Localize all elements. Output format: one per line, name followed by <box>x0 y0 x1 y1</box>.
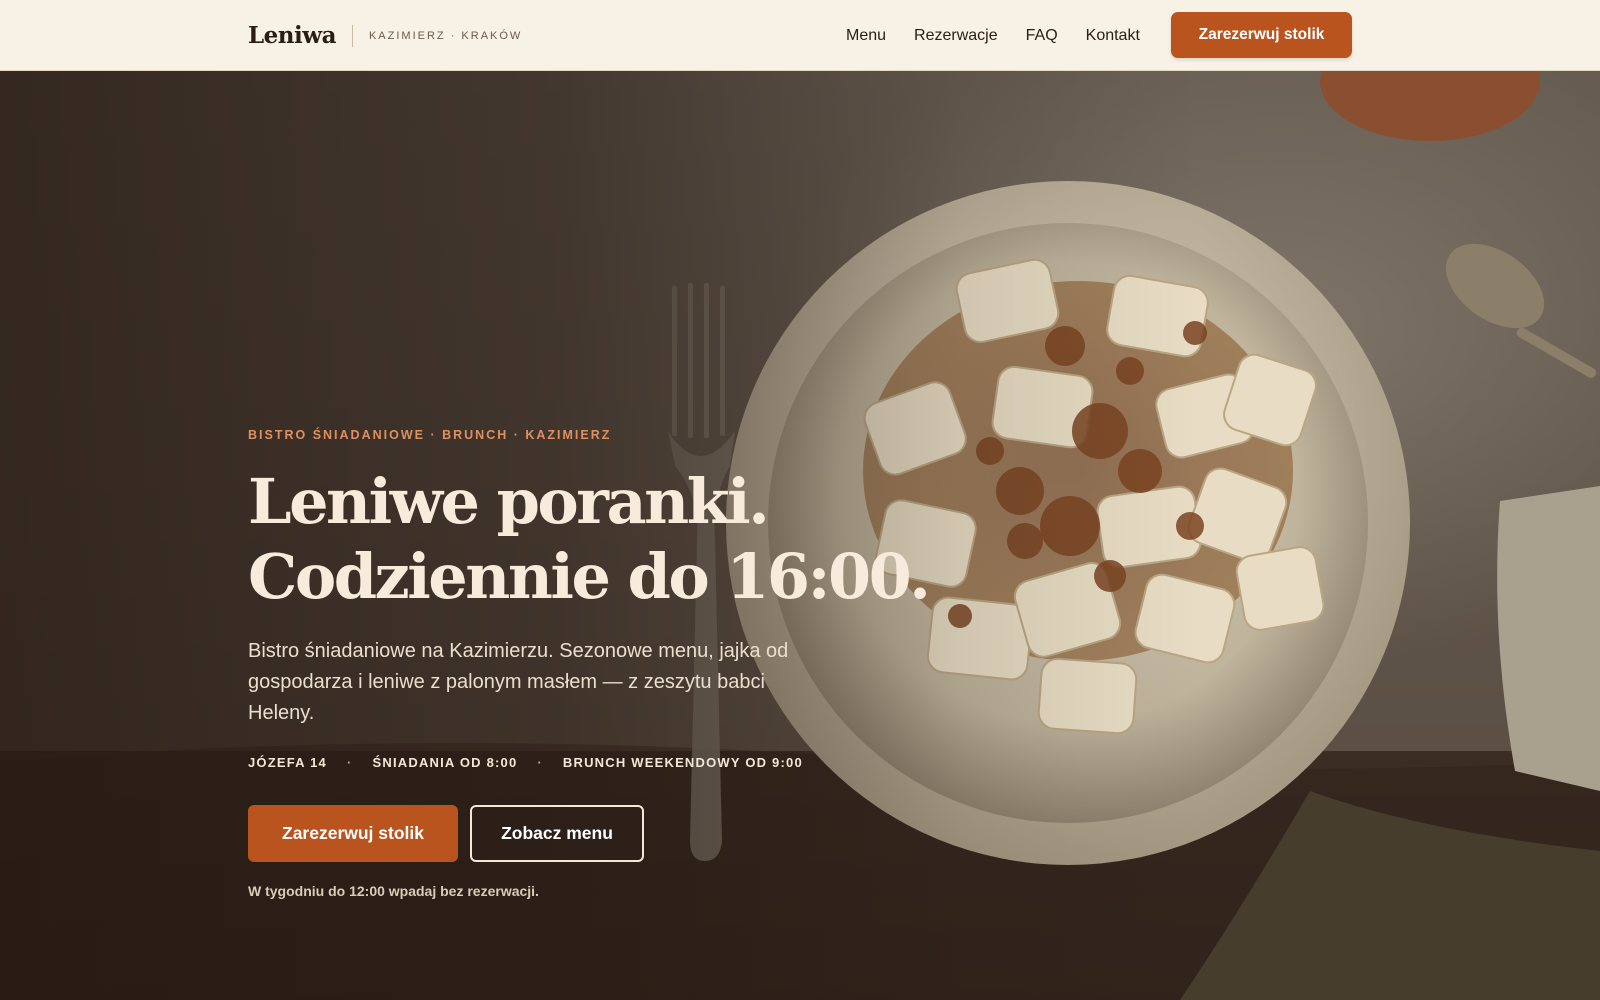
hero-eyebrow: BISTRO ŚNIADANIOWE · BRUNCH · KAZIMIERZ <box>248 428 612 442</box>
nav-link-menu[interactable]: Menu <box>846 27 886 45</box>
nav-link-kontakt[interactable]: Kontakt <box>1086 27 1140 45</box>
hero-reserve-button[interactable]: Zarezerwuj stolik <box>248 805 458 862</box>
site-header: Leniwa KAZIMIERZ · KRAKÓW Menu Rezerwacj… <box>0 0 1600 71</box>
brand-logo[interactable]: Leniwa <box>248 22 336 49</box>
main-nav: Menu Rezerwacje FAQ Kontakt <box>846 0 1168 71</box>
nav-link-rezerwacje[interactable]: Rezerwacje <box>914 27 998 45</box>
hero-meta: JÓZEFA 14 · ŚNIADANIA OD 8:00 · BRUNCH W… <box>248 755 803 770</box>
meta-address: JÓZEFA 14 <box>248 755 327 770</box>
hero-headline-line1: Leniwe poranki. <box>248 465 770 538</box>
meta-brunch-hours: BRUNCH WEEKENDOWY OD 9:00 <box>562 755 803 770</box>
nav-link-faq[interactable]: FAQ <box>1026 27 1058 45</box>
hero-headline: Leniwe poranki. Codziennie do 16:00. <box>248 464 948 614</box>
meta-separator: · <box>537 755 543 770</box>
meta-breakfast-hours: ŚNIADANIA OD 8:00 <box>372 755 518 770</box>
header-reserve-button[interactable]: Zarezerwuj stolik <box>1171 12 1352 58</box>
brand-location: KAZIMIERZ · KRAKÓW <box>368 29 523 42</box>
hero-headline-line2: Codziennie do 16:00. <box>248 540 931 613</box>
hero-section: BISTRO ŚNIADANIOWE · BRUNCH · KAZIMIERZ … <box>0 71 1600 1000</box>
meta-separator: · <box>346 755 353 770</box>
brand[interactable]: Leniwa KAZIMIERZ · KRAKÓW <box>248 0 522 71</box>
hero-menu-button[interactable]: Zobacz menu <box>470 805 644 862</box>
brand-divider <box>351 24 353 47</box>
hero-note: W tygodniu do 12:00 wpadaj bez rezerwacj… <box>248 883 539 899</box>
hero-lede: Bistro śniadaniowe na Kazimierzu. Sezono… <box>248 640 789 724</box>
